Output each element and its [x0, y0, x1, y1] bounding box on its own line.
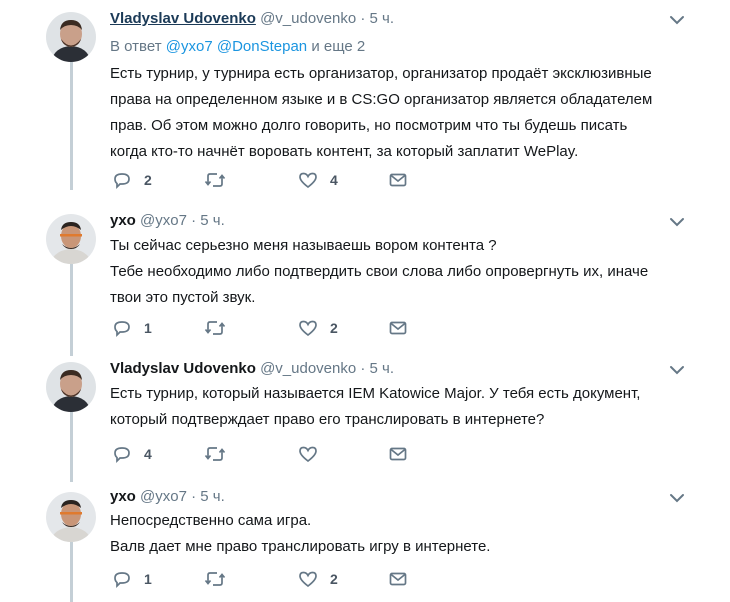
reply-user-link[interactable]: @yxo7	[166, 38, 213, 55]
avatar[interactable]	[46, 214, 96, 264]
separator-dot: ·	[360, 10, 366, 27]
tweet-text-line: Тебе необходимо либо подтвердить свои сл…	[110, 263, 649, 280]
tweet-text-line: прав. Об этом можно долго говорить, но п…	[110, 117, 628, 134]
chevron-down-icon[interactable]	[668, 215, 686, 229]
chevron-down-icon[interactable]	[668, 363, 686, 377]
retweet-icon	[204, 444, 226, 464]
avatar[interactable]	[46, 362, 96, 412]
direct-message-button[interactable]	[388, 568, 408, 590]
tweet-text-line: когда кто-то начнёт воровать контент, за…	[110, 143, 579, 160]
reply-prefix: В ответ	[110, 38, 162, 55]
reply-button[interactable]: 2	[112, 169, 152, 191]
timestamp[interactable]: 5 ч.	[370, 360, 395, 377]
retweet-icon	[204, 170, 226, 190]
retweet-button[interactable]	[204, 169, 238, 191]
envelope-icon	[388, 318, 408, 338]
chevron-down-icon[interactable]	[668, 13, 686, 27]
like-count: 2	[330, 320, 338, 336]
author-handle[interactable]: @yxo7	[140, 488, 187, 505]
author-name[interactable]: yxo	[110, 212, 136, 229]
tweet-text-line: Есть турнир, у турнира есть организатор,…	[110, 65, 652, 82]
timestamp[interactable]: 5 ч.	[370, 10, 395, 27]
tweet[interactable]: yxo @yxo7 · 5 ч. Ты сейчас серьезно меня…	[0, 200, 730, 348]
separator-dot: ·	[191, 212, 197, 229]
tweet-text: Есть турнир, у турнира есть организатор,…	[110, 61, 700, 165]
tweet-text-line: Валв дает мне право транслировать игру в…	[110, 538, 491, 555]
tweet-text-line: который подтверждает право его транслиро…	[110, 411, 545, 428]
reply-icon	[112, 318, 132, 338]
reply-suffix[interactable]: и еще 2	[311, 38, 365, 55]
tweet[interactable]: Vladyslav Udovenko @v_udovenko · 5 ч. В …	[0, 0, 730, 200]
direct-message-button[interactable]	[388, 317, 408, 339]
avatar[interactable]	[46, 492, 96, 542]
reply-icon	[112, 569, 132, 589]
author-name[interactable]: Vladyslav Udovenko	[110, 10, 256, 27]
direct-message-button[interactable]	[388, 169, 408, 191]
retweet-button[interactable]	[204, 317, 238, 339]
like-button[interactable]: 2	[298, 568, 338, 590]
timestamp[interactable]: 5 ч.	[200, 212, 225, 229]
like-count: 4	[330, 172, 338, 188]
reply-count: 4	[144, 446, 152, 462]
like-button[interactable]: 4	[298, 169, 338, 191]
tweet[interactable]: yxo @yxo7 · 5 ч. Непосредственно сама иг…	[0, 478, 730, 602]
retweet-icon	[204, 569, 226, 589]
heart-icon	[298, 444, 318, 464]
tweet-text-line: Есть турнир, который называется IEM Kato…	[110, 385, 641, 402]
tweet-text: Есть турнир, который называется IEM Kato…	[110, 381, 700, 433]
tweet-text-line: Непосредственно сама игра.	[110, 512, 312, 529]
reply-icon	[112, 444, 132, 464]
retweet-icon	[204, 318, 226, 338]
reply-user-link[interactable]: @DonStepan	[217, 38, 307, 55]
reply-count: 1	[144, 571, 152, 587]
author-name[interactable]: yxo	[110, 488, 136, 505]
envelope-icon	[388, 569, 408, 589]
reply-button[interactable]: 4	[112, 443, 152, 465]
tweet-text-line: Ты сейчас серьезно меня называешь вором …	[110, 237, 497, 254]
heart-icon	[298, 318, 318, 338]
retweet-button[interactable]	[204, 568, 238, 590]
author-handle[interactable]: @v_udovenko	[260, 10, 356, 27]
reply-count: 1	[144, 320, 152, 336]
heart-icon	[298, 569, 318, 589]
reply-button[interactable]: 1	[112, 568, 152, 590]
tweet[interactable]: Vladyslav Udovenko @v_udovenko · 5 ч. Ес…	[0, 348, 730, 478]
author-name[interactable]: Vladyslav Udovenko	[110, 360, 256, 377]
envelope-icon	[388, 444, 408, 464]
like-button[interactable]: 2	[298, 317, 338, 339]
reply-context: В ответ @yxo7 @DonStepan и еще 2	[110, 38, 365, 55]
heart-icon	[298, 170, 318, 190]
timestamp[interactable]: 5 ч.	[200, 488, 225, 505]
like-count: 2	[330, 571, 338, 587]
direct-message-button[interactable]	[388, 443, 408, 465]
reply-count: 2	[144, 172, 152, 188]
tweet-text-line: твои это пустой звук.	[110, 289, 256, 306]
envelope-icon	[388, 170, 408, 190]
tweet-text: Непосредственно сама игра. Валв дает мне…	[110, 508, 700, 560]
retweet-button[interactable]	[204, 443, 238, 465]
avatar[interactable]	[46, 12, 96, 62]
separator-dot: ·	[191, 488, 197, 505]
author-handle[interactable]: @v_udovenko	[260, 360, 356, 377]
like-button[interactable]	[298, 443, 330, 465]
separator-dot: ·	[360, 360, 366, 377]
tweet-text-line: права на определенном языке и в CS:GO ор…	[110, 91, 653, 108]
chevron-down-icon[interactable]	[668, 491, 686, 505]
tweet-text: Ты сейчас серьезно меня называешь вором …	[110, 233, 700, 311]
author-handle[interactable]: @yxo7	[140, 212, 187, 229]
reply-icon	[112, 170, 132, 190]
reply-button[interactable]: 1	[112, 317, 152, 339]
